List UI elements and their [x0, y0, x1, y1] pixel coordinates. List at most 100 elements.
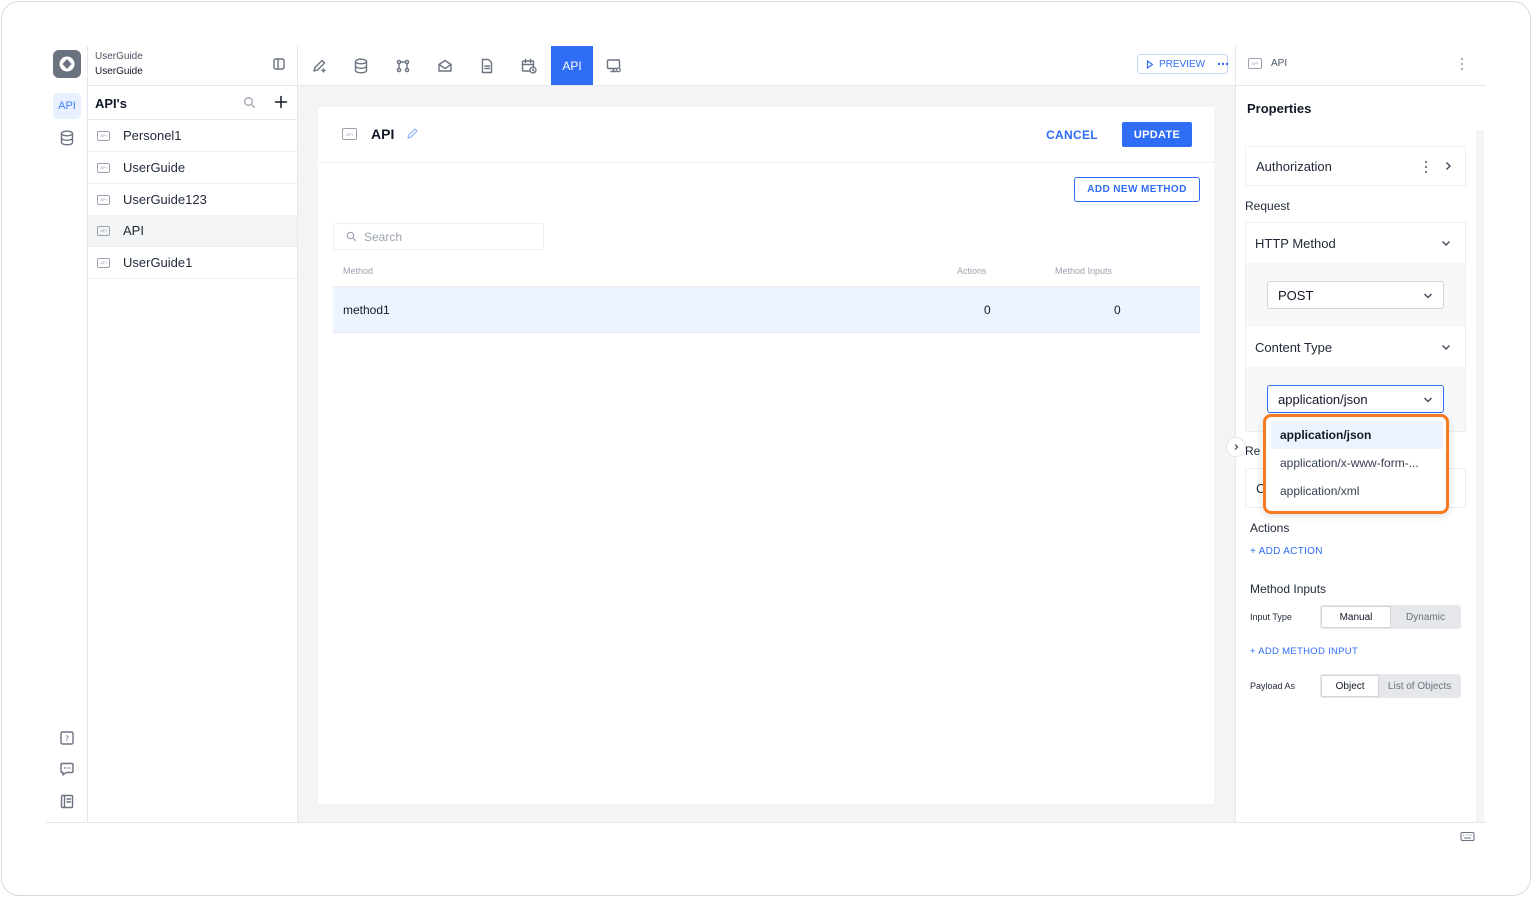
input-type-manual[interactable]: Manual — [1321, 606, 1391, 628]
method-search-input[interactable]: Search — [333, 223, 544, 250]
actions-label: Actions — [1250, 521, 1290, 535]
divider — [88, 85, 297, 86]
api-title-icon: API — [342, 128, 357, 140]
mail-icon[interactable] — [425, 46, 465, 85]
scrollbar-track[interactable] — [1476, 130, 1484, 822]
method-inputs-label: Method Inputs — [1250, 582, 1327, 596]
database-icon[interactable] — [341, 46, 381, 85]
api-badge-icon: API — [97, 225, 110, 236]
api-list-item-label: UserGuide123 — [123, 192, 207, 207]
authorization-row[interactable]: Authorization — [1245, 146, 1466, 186]
page-title: API — [371, 126, 395, 142]
properties-title: Properties — [1247, 101, 1312, 116]
column-header-method: Method — [343, 266, 374, 276]
api-editor-card — [318, 107, 1214, 804]
content-type-label: Content Type — [1255, 340, 1333, 355]
app-logo[interactable] — [53, 50, 81, 78]
more-options-icon[interactable] — [1217, 62, 1229, 66]
chevron-down-icon — [1441, 343, 1451, 351]
divider — [318, 162, 1214, 163]
preview-label: PREVIEW — [1159, 58, 1206, 70]
http-method-header[interactable]: HTTP Method — [1246, 223, 1465, 263]
add-new-method-button[interactable]: ADD NEW METHOD — [1074, 177, 1200, 202]
payload-object[interactable]: Object — [1321, 675, 1380, 697]
chat-icon[interactable] — [60, 762, 74, 777]
api-list-item[interactable]: API UserGuide1 — [88, 247, 297, 279]
api-list-item-label: UserGuide1 — [123, 255, 193, 270]
dropdown-option[interactable]: application/xml — [1271, 477, 1443, 505]
chevron-down-icon — [1441, 239, 1451, 247]
database-icon[interactable] — [60, 130, 74, 146]
method-name-cell: method1 — [343, 303, 390, 317]
api-list-item-label: API — [123, 223, 144, 238]
api-list-item[interactable]: API UserGuide123 — [88, 184, 297, 216]
collapse-panel-icon[interactable] — [272, 57, 286, 71]
api-header-icon: API — [1248, 58, 1262, 69]
input-type-dynamic[interactable]: Dynamic — [1391, 606, 1460, 628]
divider — [1236, 85, 1486, 86]
scheduler-icon[interactable] — [509, 46, 549, 85]
content-type-select[interactable]: application/json — [1267, 385, 1444, 413]
dropdown-option-selected[interactable]: application/json — [1271, 421, 1443, 449]
input-type-toggle: Manual Dynamic — [1320, 605, 1461, 629]
content-type-dropdown: application/json application/x-www-form-… — [1263, 414, 1449, 514]
payload-as-label: Payload As — [1250, 681, 1296, 691]
chevron-down-icon — [1423, 292, 1433, 300]
help-icon[interactable]: ? — [60, 731, 74, 746]
edit-title-icon[interactable] — [406, 127, 419, 140]
panel-divider — [1235, 46, 1236, 822]
api-badge-icon: API — [97, 194, 110, 205]
kebab-menu-icon[interactable] — [1460, 57, 1464, 71]
keyboard-icon[interactable] — [1460, 831, 1475, 842]
add-action-link[interactable]: + ADD ACTION — [1250, 546, 1323, 557]
chevron-down-icon — [1423, 396, 1433, 404]
api-badge-icon: API — [97, 162, 110, 173]
search-placeholder: Search — [364, 229, 403, 244]
list-title: API's — [95, 96, 127, 111]
add-api-icon[interactable] — [274, 95, 288, 109]
content-type-header[interactable]: Content Type — [1246, 327, 1465, 367]
column-header-actions: Actions — [957, 266, 987, 276]
document-icon[interactable] — [467, 46, 507, 85]
method-inputs-count-cell: 0 — [1114, 303, 1121, 317]
dropdown-option[interactable]: application/x-www-form-... — [1271, 449, 1443, 477]
play-icon — [1146, 59, 1154, 69]
screen-settings-icon[interactable] — [594, 46, 634, 85]
api-badge-icon: API — [97, 257, 110, 268]
api-list-item-label: Personel1 — [123, 128, 182, 143]
add-method-input-link[interactable]: + ADD METHOD INPUT — [1250, 646, 1358, 657]
api-list-item-label: UserGuide — [123, 160, 186, 175]
app-name-line1: UserGuide — [95, 51, 143, 62]
update-button[interactable]: UPDATE — [1122, 122, 1192, 147]
table-row[interactable] — [333, 287, 1200, 333]
preview-button[interactable]: PREVIEW — [1137, 54, 1229, 74]
bottom-divider — [46, 822, 1486, 823]
http-method-label: HTTP Method — [1255, 236, 1336, 251]
search-icon — [346, 231, 357, 242]
app-name-line2: UserGuide — [95, 66, 143, 77]
api-list-item[interactable]: API UserGuide — [88, 152, 297, 184]
rail-api-button[interactable]: API — [53, 93, 81, 119]
http-method-select[interactable]: POST — [1267, 281, 1444, 309]
more-options-icon[interactable] — [1424, 160, 1428, 174]
payload-as-toggle: Object List of Objects — [1320, 674, 1461, 698]
column-header-method-inputs: Method Inputs — [1055, 266, 1113, 276]
http-method-value: POST — [1278, 287, 1314, 303]
api-list-item-selected[interactable]: API API — [88, 215, 297, 247]
payload-list-of-objects[interactable]: List of Objects — [1379, 675, 1460, 697]
properties-header-label: API — [1271, 58, 1288, 69]
cancel-button[interactable]: CANCEL — [1040, 124, 1104, 146]
edit-design-icon[interactable] — [299, 46, 339, 85]
book-icon[interactable] — [60, 794, 74, 809]
api-list-item[interactable]: API Personel1 — [88, 120, 297, 152]
search-icon[interactable] — [243, 96, 256, 109]
content-type-value: application/json — [1278, 391, 1368, 407]
partial-section-label: Re — [1245, 444, 1261, 458]
expand-panel-icon[interactable] — [1226, 437, 1246, 457]
svg-text:?: ? — [65, 735, 69, 744]
api-badge-icon: API — [97, 130, 110, 141]
tab-api[interactable]: API — [551, 46, 593, 85]
chevron-right-icon — [1444, 161, 1452, 171]
request-label: Request — [1245, 199, 1290, 213]
workflow-icon[interactable] — [383, 46, 423, 85]
